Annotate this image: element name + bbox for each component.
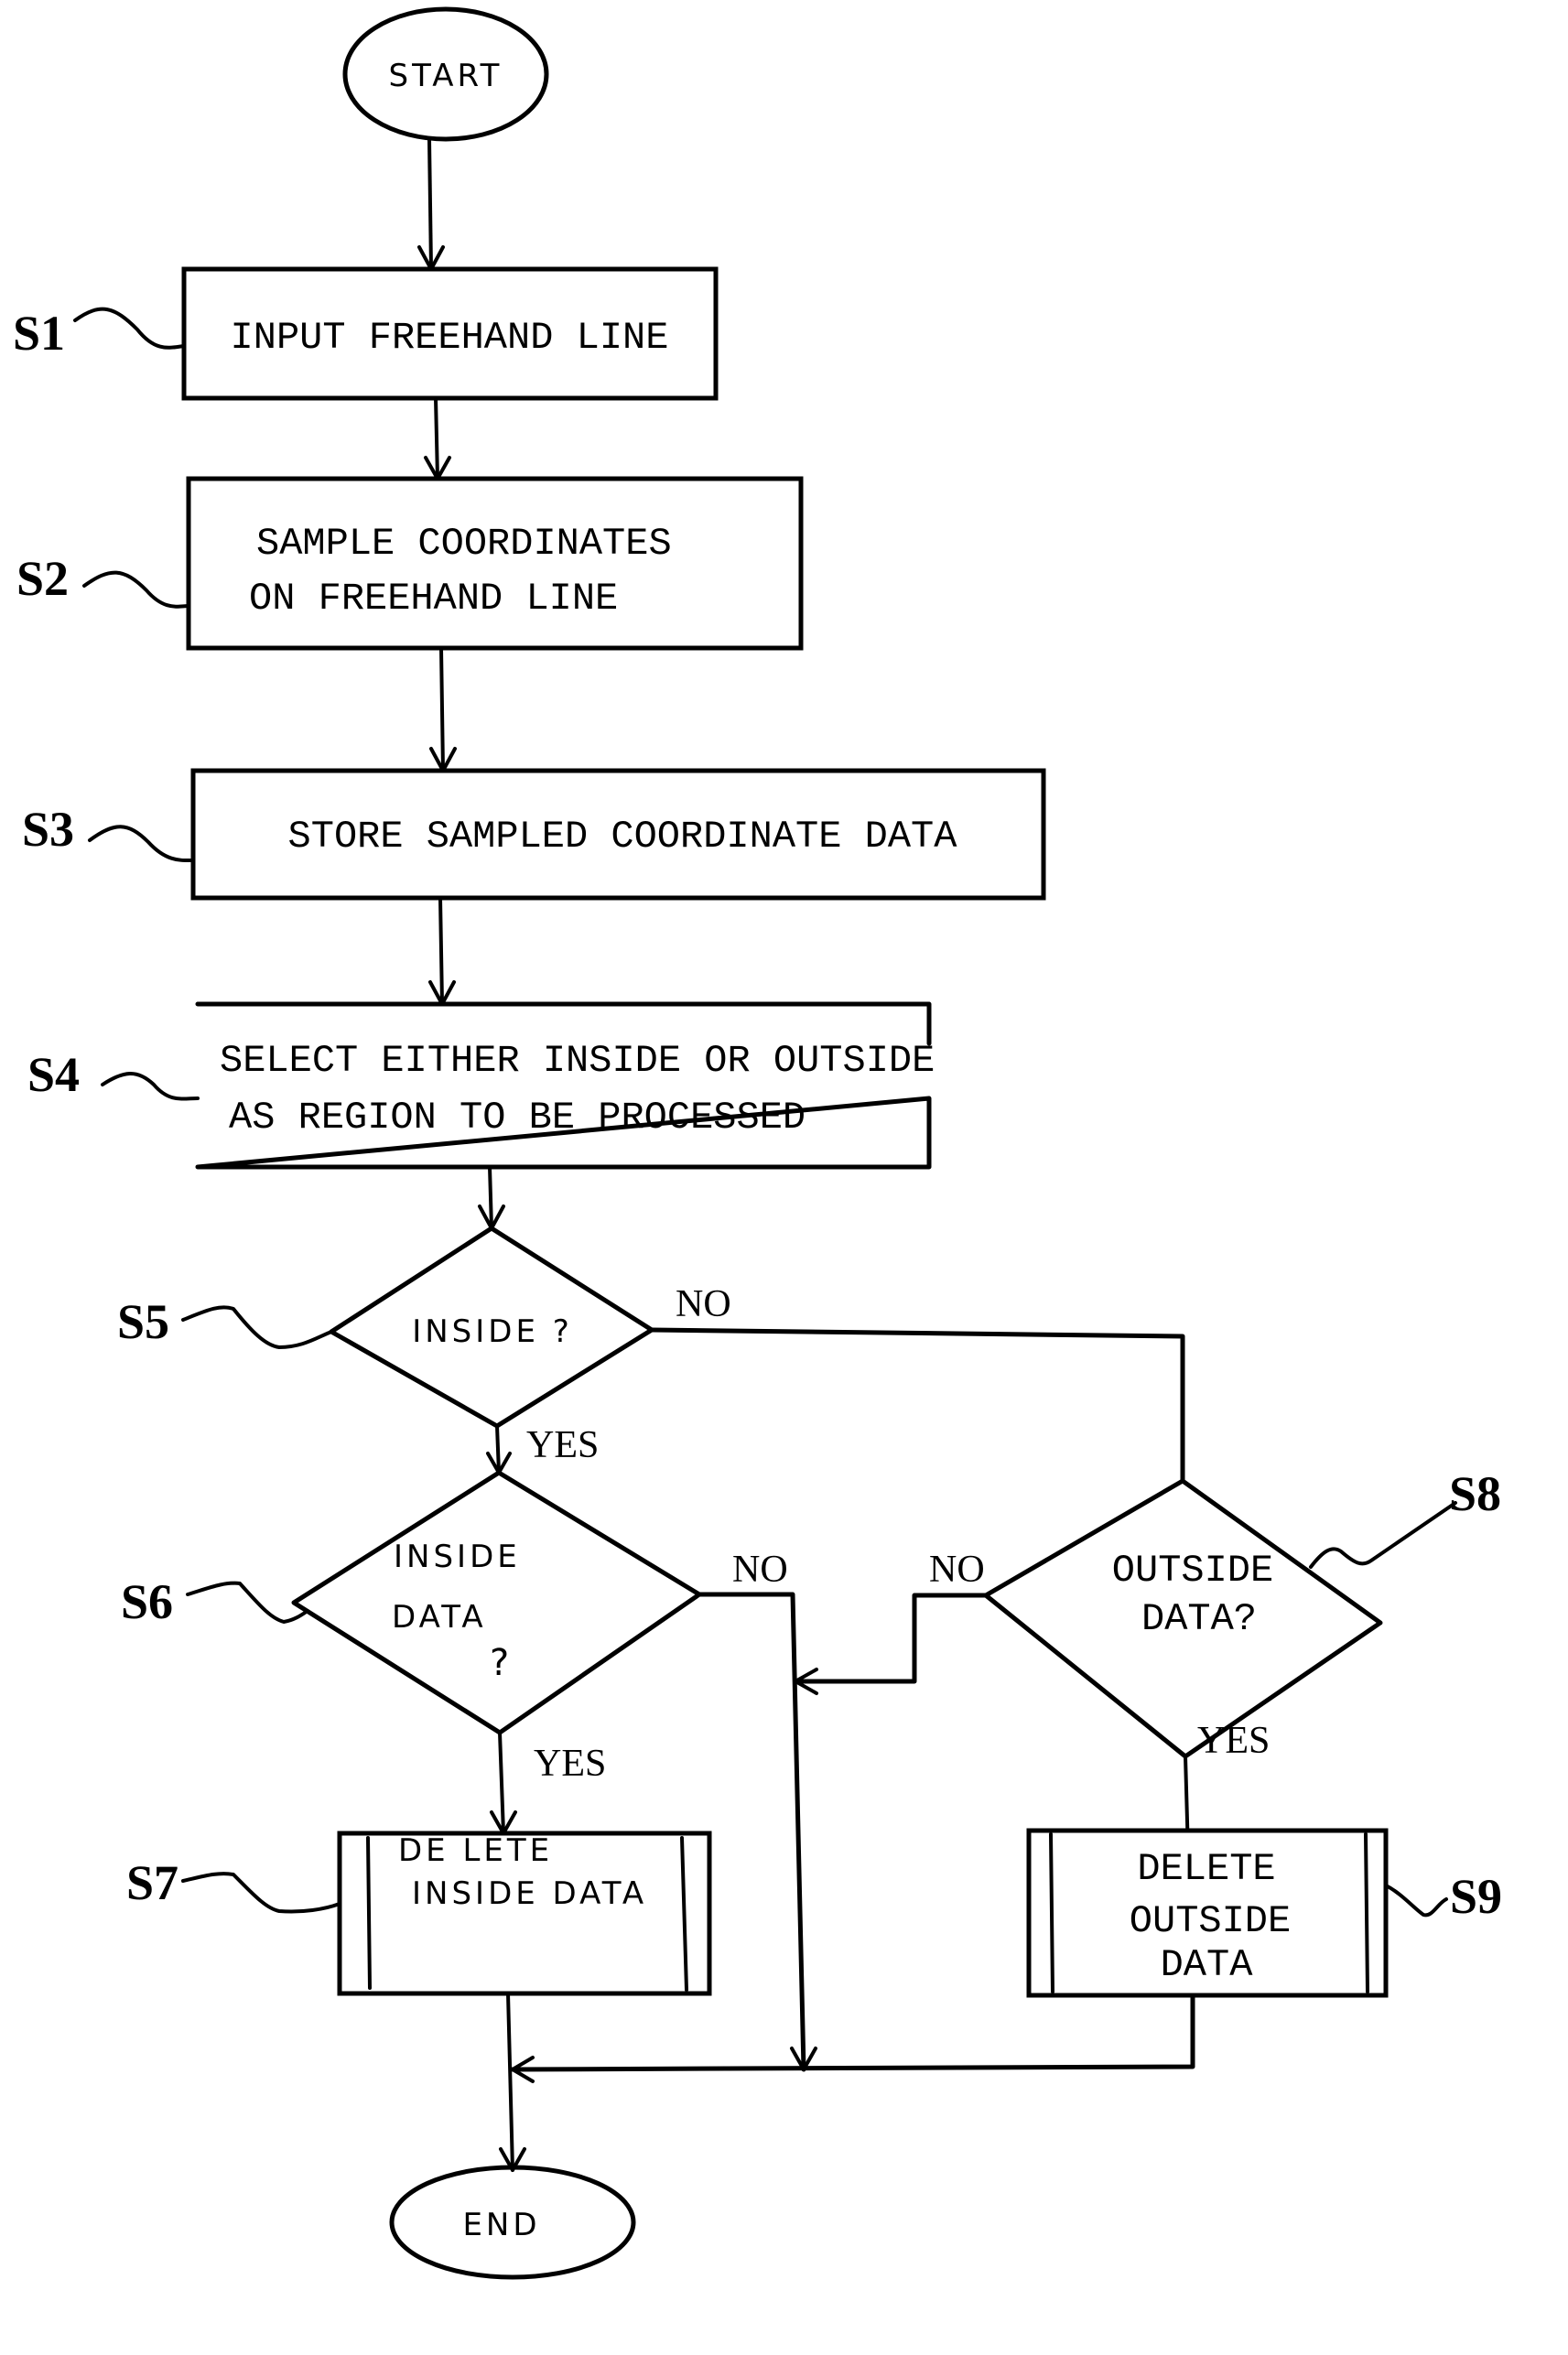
step-s9-label: S9 <box>1450 1869 1502 1924</box>
decision-s6-leader <box>186 1581 309 1624</box>
step-s7: DE LETE INSIDE DATA S7 <box>126 1831 712 1996</box>
step-s9-text-line-3: DATA <box>1161 1943 1254 1987</box>
connector-s8-no: NO <box>794 1549 989 1695</box>
s5-yes-label: YES <box>526 1424 599 1466</box>
step-s1-leader <box>73 307 186 350</box>
s6-no-label: NO <box>732 1549 788 1591</box>
decision-s5-text: INSIDE ? <box>412 1313 573 1350</box>
end-terminal: END <box>389 2165 636 2280</box>
step-s4-text-line-2: AS REGION TO BE PROCESSED <box>229 1096 806 1140</box>
decision-s6: INSIDE DATA ? S6 <box>121 1470 702 1735</box>
step-s4-label: S4 <box>27 1047 80 1102</box>
step-s7-text-line-2: INSIDE DATA <box>412 1875 647 1912</box>
connector-s2-s3 <box>429 646 457 772</box>
step-s4: SELECT EITHER INSIDE OR OUTSIDE AS REGIO… <box>27 1001 935 1170</box>
step-s2-leader <box>82 570 190 609</box>
step-s9-text-line-2: OUTSIDE <box>1130 1899 1291 1943</box>
step-s1-text: INPUT FREEHAND LINE <box>231 316 669 360</box>
decision-s5-leader <box>181 1305 333 1349</box>
decision-s5: INSIDE ? S5 <box>117 1226 654 1429</box>
step-s1: INPUT FREEHAND LINE S1 <box>13 266 719 401</box>
step-s9: DELETE OUTSIDE DATA S9 <box>1026 1828 1502 1998</box>
connector-s1-s2 <box>424 396 451 481</box>
step-s1-label: S1 <box>13 306 65 361</box>
step-s2-text-line-1: SAMPLE COORDINATES <box>256 522 672 566</box>
s8-yes-label: YES <box>1197 1720 1270 1762</box>
decision-s8-label: S8 <box>1449 1466 1501 1521</box>
end-label: END <box>462 2207 540 2243</box>
connector-s4-s5 <box>478 1165 505 1230</box>
decision-s8-text-line-1: OUTSIDE <box>1112 1549 1273 1593</box>
step-s7-leader <box>181 1872 341 1914</box>
connector-s5-yes: YES <box>486 1424 599 1475</box>
step-s3-label: S3 <box>22 802 74 857</box>
step-s4-leader <box>101 1072 200 1101</box>
decision-s8-leader <box>1309 1501 1457 1569</box>
step-s7-text-line-1: DE LETE <box>398 1832 553 1869</box>
decision-s6-label: S6 <box>121 1574 173 1629</box>
step-s9-text-line-1: DELETE <box>1137 1847 1275 1891</box>
connector-s6-yes: YES <box>490 1731 606 1835</box>
decision-s5-label: S5 <box>117 1294 169 1349</box>
decision-s6-text-line-1: INSIDE <box>394 1539 521 1575</box>
step-s2-label: S2 <box>16 551 69 606</box>
step-s3-text: STORE SAMPLED COORDINATE DATA <box>288 815 958 859</box>
connector-s5-no: NO <box>649 1283 1185 1484</box>
s5-no-label: NO <box>676 1283 731 1325</box>
connector-start-s1 <box>417 137 445 271</box>
step-s9-leader <box>1384 1884 1448 1917</box>
step-s3-leader <box>88 825 195 863</box>
step-s2: SAMPLE COORDINATES ON FREEHAND LINE S2 <box>16 476 804 651</box>
decision-s8: OUTSIDE DATA? S8 <box>983 1466 1501 1759</box>
step-s4-text-line-1: SELECT EITHER INSIDE OR OUTSIDE <box>220 1039 935 1083</box>
s6-yes-label: YES <box>534 1743 606 1785</box>
decision-s8-text-line-2: DATA? <box>1141 1597 1257 1641</box>
connector-s6-no: NO <box>697 1549 817 2072</box>
start-label: START <box>389 58 503 94</box>
flowchart: START INPUT FREEHAND LINE S1 SAMPLE COOR… <box>13 6 1502 2280</box>
connector-merge-end <box>499 1992 1195 2172</box>
start-terminal: START <box>342 6 549 142</box>
step-s7-label: S7 <box>126 1855 178 1910</box>
decision-s6-text-line-3: ? <box>490 1642 513 1684</box>
s8-no-label: NO <box>929 1549 985 1591</box>
connector-s3-s4 <box>428 896 456 1006</box>
step-s2-text-line-2: ON FREEHAND LINE <box>249 577 618 621</box>
decision-s6-text-line-2: DATA <box>392 1599 487 1636</box>
step-s3: STORE SAMPLED COORDINATE DATA S3 <box>22 768 1046 901</box>
